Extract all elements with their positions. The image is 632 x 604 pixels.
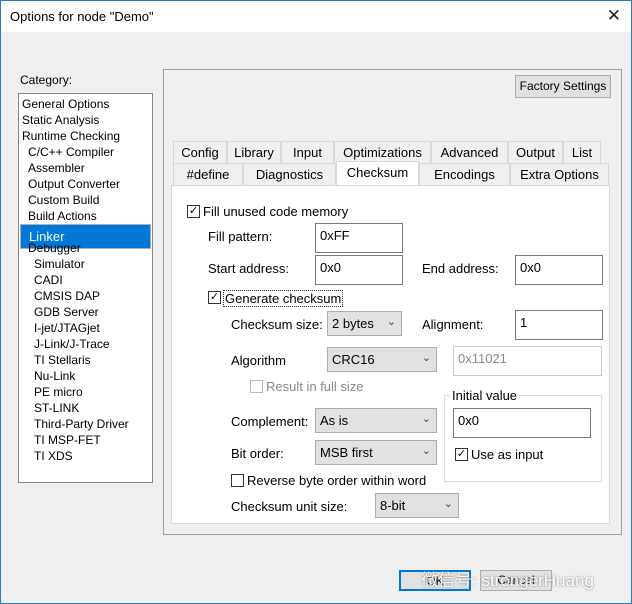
fill-pattern-label: Fill pattern: (208, 229, 273, 244)
fill-unused-label: Fill unused code memory (203, 204, 349, 219)
alignment-label: Alignment: (422, 317, 484, 332)
bit-order-value: MSB first (320, 445, 373, 460)
use-as-input-checkbox[interactable]: ✓ (455, 448, 468, 461)
complement-label: Complement: (231, 414, 309, 429)
tab-output[interactable]: Output (508, 141, 563, 163)
start-address-input[interactable]: 0x0 (315, 255, 403, 285)
chevron-down-icon: ⌄ (421, 413, 431, 425)
category-item[interactable]: ST-LINK (20, 400, 151, 416)
category-item[interactable]: Simulator (20, 256, 151, 272)
tab-optimizations[interactable]: Optimizations (334, 141, 431, 163)
watermark: 微信号: strongerHuang (421, 571, 594, 590)
category-item[interactable]: PE micro (20, 384, 151, 400)
category-list[interactable]: General Options Static Analysis Runtime Ch… (18, 93, 153, 483)
end-address-input[interactable]: 0x0 (515, 255, 603, 285)
category-item[interactable]: Third-Party Driver (20, 416, 151, 432)
category-item[interactable]: Assembler (20, 160, 151, 176)
close-icon[interactable]: ✕ (607, 6, 621, 26)
category-item[interactable]: C/C++ Compiler (20, 144, 151, 160)
tab-list[interactable]: List (563, 141, 601, 163)
title-bar: Options for node "Demo" ✕ (1, 1, 631, 32)
checksum-size-label: Checksum size: (231, 317, 323, 332)
generate-checksum-checkbox[interactable]: ✓ (208, 291, 221, 304)
category-label: Category: (20, 73, 73, 87)
alignment-input[interactable]: 1 (515, 310, 603, 340)
complement-select[interactable]: As is ⌄ (315, 408, 437, 433)
end-address-label: End address: (422, 261, 499, 276)
tab-diagnostics[interactable]: Diagnostics (243, 163, 336, 185)
category-item[interactable]: CADI (20, 272, 151, 288)
chevron-down-icon: ⌄ (443, 498, 453, 510)
polynomial-input: 0x11021 (453, 346, 602, 376)
chevron-down-icon: ⌄ (386, 316, 396, 328)
category-item[interactable]: TI XDS (20, 448, 151, 464)
algorithm-label: Algorithm (231, 353, 286, 368)
bit-order-label: Bit order: (231, 446, 284, 461)
category-item[interactable]: Build Actions (20, 208, 151, 224)
start-address-label: Start address: (208, 261, 289, 276)
tab-library[interactable]: Library (227, 141, 281, 163)
reverse-byte-order-label: Reverse byte order within word (247, 473, 427, 488)
category-item[interactable]: Debugger (20, 240, 151, 256)
category-item[interactable]: CMSIS DAP (20, 288, 151, 304)
category-item[interactable]: J-Link/J-Trace (20, 336, 151, 352)
category-item[interactable]: Custom Build (20, 192, 151, 208)
result-full-size-checkbox (250, 380, 263, 393)
fill-unused-checkbox[interactable]: ✓ (187, 205, 200, 218)
fill-pattern-input[interactable]: 0xFF (315, 223, 403, 253)
initial-value-input[interactable]: 0x0 (453, 408, 591, 438)
category-item[interactable]: Static Analysis (20, 112, 151, 128)
category-item[interactable]: General Options (20, 96, 151, 112)
use-as-input-label: Use as input (471, 447, 544, 462)
unit-size-label: Checksum unit size: (231, 499, 348, 514)
dialog-title: Options for node "Demo" (10, 9, 154, 24)
checksum-size-select[interactable]: 2 bytes ⌄ (327, 311, 402, 336)
options-dialog: Options for node "Demo" ✕ Category: Gene… (0, 0, 632, 604)
tab-extraoptions[interactable]: Extra Options (510, 163, 609, 185)
category-item[interactable]: TI Stellaris (20, 352, 151, 368)
algorithm-select[interactable]: CRC16 ⌄ (327, 347, 437, 372)
tab-input[interactable]: Input (281, 141, 334, 163)
unit-size-value: 8-bit (380, 498, 406, 513)
checksum-size-value: 2 bytes (332, 316, 374, 331)
result-full-size-label: Result in full size (266, 379, 364, 394)
tab-define[interactable]: #define (173, 163, 243, 185)
category-item[interactable]: I-jet/JTAGjet (20, 320, 151, 336)
bit-order-select[interactable]: MSB first ⌄ (315, 440, 437, 465)
initial-value-label: Initial value (450, 388, 520, 403)
tab-config[interactable]: Config (173, 141, 227, 163)
category-item[interactable]: Runtime Checking (20, 128, 151, 144)
reverse-byte-order-checkbox[interactable] (231, 474, 244, 487)
complement-value: As is (320, 413, 349, 428)
tab-checksum[interactable]: Checksum (336, 161, 419, 185)
generate-checksum-label: Generate checksum (223, 290, 344, 307)
chevron-down-icon: ⌄ (421, 445, 431, 457)
chevron-down-icon: ⌄ (421, 352, 431, 364)
category-item[interactable]: TI MSP-FET (20, 432, 151, 448)
category-item[interactable]: GDB Server (20, 304, 151, 320)
category-item[interactable]: Nu-Link (20, 368, 151, 384)
tab-advanced[interactable]: Advanced (431, 141, 508, 163)
algorithm-value: CRC16 (332, 352, 375, 367)
unit-size-select[interactable]: 8-bit ⌄ (375, 493, 459, 518)
factory-settings-button[interactable]: Factory Settings (515, 75, 611, 98)
tab-encodings[interactable]: Encodings (419, 163, 510, 185)
category-item[interactable]: Output Converter (20, 176, 151, 192)
